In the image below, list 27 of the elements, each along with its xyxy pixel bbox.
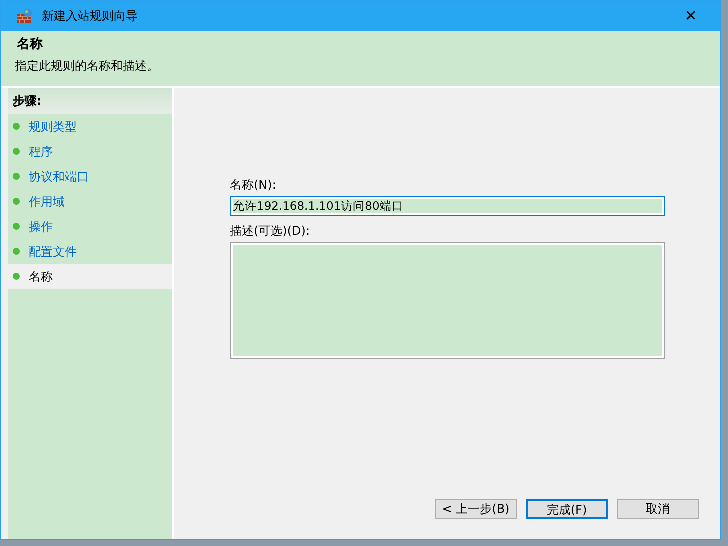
step-item[interactable]: 程序 (8, 139, 172, 164)
close-button[interactable]: ✕ (679, 4, 703, 28)
step-item[interactable]: 规则类型 (8, 114, 172, 139)
step-item[interactable]: 协议和端口 (8, 164, 172, 189)
name-label: 名称(N): (230, 177, 278, 194)
bullet-icon (13, 273, 20, 280)
bullet-icon (13, 198, 20, 205)
page-title: 名称 (17, 36, 44, 54)
name-field[interactable]: 允许192.168.1.101访问80端口 (230, 196, 665, 216)
bullet-icon (13, 248, 20, 255)
dialog-button[interactable]: 取消 (617, 499, 699, 519)
step-item[interactable]: 配置文件 (8, 239, 172, 264)
bullet-icon (13, 223, 20, 230)
step-item[interactable]: 名称 (8, 264, 172, 289)
step-item[interactable]: 作用域 (8, 189, 172, 214)
firewall-icon (16, 8, 34, 24)
bullet-icon (13, 173, 20, 180)
bullet-icon (13, 123, 20, 130)
description-label: 描述(可选)(D): (230, 223, 312, 240)
description-field[interactable] (230, 242, 665, 359)
step-item[interactable]: 操作 (8, 214, 172, 239)
steps-heading: 步骤: (8, 88, 172, 114)
dialog-button[interactable]: 完成(F) (526, 499, 608, 519)
bullet-icon (13, 148, 20, 155)
window-title: 新建入站规则向导 (42, 8, 138, 25)
dialog-button[interactable]: < 上一步(B) (435, 499, 517, 519)
page-subtitle: 指定此规则的名称和描述。 (15, 58, 160, 74)
